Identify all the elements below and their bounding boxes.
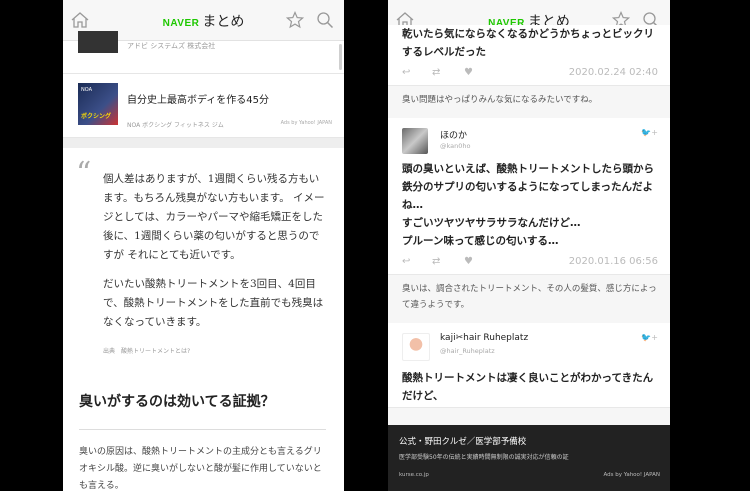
quote-paragraph-1: 個人差はありますが、1週間くらい残る方もいます。もちろん残臭がない方もいます。 …: [103, 173, 325, 261]
ad-row-top[interactable]: アドビ システムズ 株式会社: [63, 31, 344, 74]
ad-advertiser: アドビ システムズ 株式会社: [127, 42, 216, 50]
ads-by-label[interactable]: Ads by Yahoo! JAPAN: [281, 120, 332, 126]
quote-mark-icon: “: [76, 156, 92, 191]
reply-icon[interactable]: ↩: [402, 67, 410, 78]
favorite-star-icon[interactable]: [285, 10, 305, 33]
ad-card[interactable]: NOA ボクシング 自分史上最高ボディを作る45分 NOA ボクシング フィット…: [63, 74, 344, 138]
tweet-text: 乾いたら気にならなくなるかどうかちょっとビックリするレベルだった: [402, 28, 654, 58]
ad-thumbnail-image: [78, 31, 118, 53]
tweet-author-handle[interactable]: @hair_Ruheplatz: [440, 347, 495, 355]
ad-sponsor: NOA ボクシング フィットネス ジム: [127, 122, 224, 129]
editor-comment: 臭いは、調合されたトリートメント、その人の髪質、感じ方によって違うようです。: [388, 275, 670, 323]
ads-by-label[interactable]: Ads by Yahoo! JAPAN: [603, 472, 660, 478]
tweet-author-handle[interactable]: @kan0ho: [440, 142, 471, 150]
matome-logo-text: まとめ: [202, 14, 245, 30]
right-phone-screen: NAVER まとめ 乾いたら気にならなくなるかどうかちょっとビックリするレベルだっ…: [388, 0, 670, 491]
ad-title: 自分史上最高ボディを作る45分: [127, 95, 270, 106]
tweet-text: 酸熱トリートメントは凄く良いことがわかってきたんだけど、: [402, 372, 654, 402]
tweet-actions: ↩ ⇄ ♥ 2020.01.16 06:56: [388, 252, 670, 274]
like-heart-icon[interactable]: ♥: [464, 256, 473, 267]
search-icon[interactable]: [316, 11, 334, 33]
ad-thumbnail-image: NOA ボクシング: [78, 83, 118, 125]
banner-subtitle: 医学部受験50年の伝統と実績時間無制限の誠実対応が信頼の証: [399, 454, 569, 461]
quote-source-link[interactable]: 出典 酸熱トリートメントとは?: [103, 342, 326, 361]
body-text: 臭いの原因は、酸熱トリートメントの主成分とも言えるグリオキシル酸。逆に臭いがしな…: [79, 447, 322, 491]
tweet-card: kaji✂hair Ruheplatz @hair_Ruheplatz 🐦+ 酸…: [388, 323, 670, 408]
left-phone-screen: NAVER まとめ アドビ システムズ 株式会社 NOA ボクシング 自分史上最高…: [63, 0, 344, 491]
tweet-header: kaji✂hair Ruheplatz @hair_Ruheplatz 🐦+: [388, 323, 670, 361]
tweet-header: ほのか @kan0ho 🐦+: [388, 118, 670, 154]
quote-block: “ 個人差はありますが、1週間くらい残る方もいます。もちろん残臭がない方もいます…: [63, 148, 344, 361]
scrollbar[interactable]: [339, 44, 342, 70]
divider: [63, 138, 344, 148]
editor-comment: 臭い問題はやっぱりみんな気になるみたいですね。: [388, 86, 670, 118]
tweet-actions: ↩ ⇄ ♥ 2020.02.24 02:40: [388, 63, 670, 85]
ad-banner[interactable]: 公式・野田クルゼ／医学部予備校 医学部受験50年の伝統と実績時間無制限の誠実対応…: [388, 425, 670, 491]
tweet-card: ほのか @kan0ho 🐦+ 頭の臭いといえば、酸熱トリートメントしたら頭から鉄…: [388, 118, 670, 275]
ad-thumb-text: ボクシング: [81, 113, 112, 120]
avatar[interactable]: [402, 128, 428, 154]
ad-thumb-logo: NOA: [81, 87, 93, 93]
quote-paragraph-2: だいたい酸熱トリートメントを3回目、4回目で、酸熱トリートメントをした直前でも残…: [103, 278, 324, 328]
tweet-timestamp: 2020.01.16 06:56: [568, 256, 658, 267]
naver-logo-text: NAVER: [162, 18, 200, 29]
like-heart-icon[interactable]: ♥: [464, 67, 473, 78]
twitter-follow-icon[interactable]: 🐦+: [641, 128, 658, 137]
tweet-author-name[interactable]: kaji✂hair Ruheplatz: [440, 333, 528, 343]
tweet-text: 頭の臭いといえば、酸熱トリートメントしたら頭から鉄分のサプリの匂いするようになっ…: [402, 163, 654, 247]
retweet-icon[interactable]: ⇄: [432, 256, 440, 267]
tweet-author-name[interactable]: ほのか: [440, 128, 467, 141]
tweet-card: 乾いたら気にならなくなるかどうかちょっとビックリするレベルだった ↩ ⇄ ♥ 2…: [388, 25, 670, 86]
banner-title: 公式・野田クルゼ／医学部予備校: [399, 437, 527, 447]
retweet-icon[interactable]: ⇄: [432, 67, 440, 78]
section-heading: 臭いがするのは効いてる証拠？: [79, 391, 326, 430]
twitter-follow-icon[interactable]: 🐦+: [641, 333, 658, 342]
reply-icon[interactable]: ↩: [402, 256, 410, 267]
banner-domain: kurse.co.jp: [399, 472, 429, 478]
tweet-timestamp: 2020.02.24 02:40: [568, 67, 658, 78]
avatar[interactable]: [402, 333, 430, 361]
